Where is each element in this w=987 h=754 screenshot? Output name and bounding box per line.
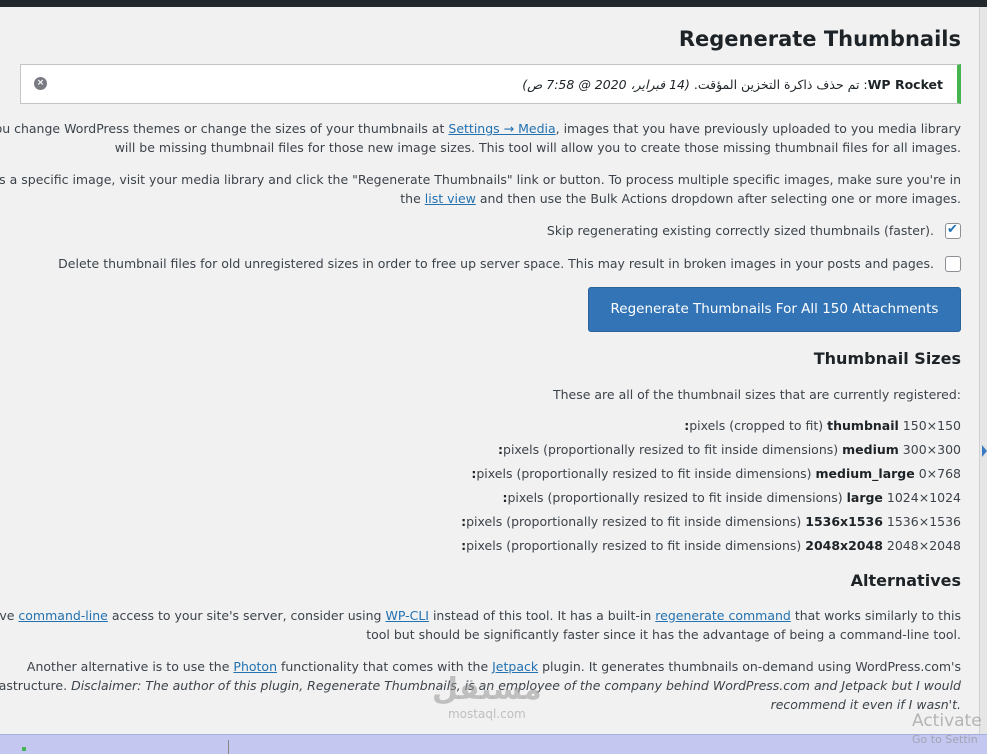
size-item-medium-large: 768×0 pixels (proportionally resized to … [471,465,961,483]
size-item-1536: 1536×1536 pixels (proportionally resized… [461,513,961,531]
page-title: Regenerate Thumbnails [678,27,961,51]
alternatives-paragraph-1-line-1: If you have command-line access to your … [0,606,961,625]
alt-text: access to your site's server, consider u… [107,608,386,623]
size-desc: 150×150 pixels (cropped to fit) [689,418,961,433]
notice-source: WP Rocket [867,77,943,92]
intro-text: , images that you have previously upload… [555,121,961,136]
list-view-link[interactable]: list view [425,191,476,206]
expand-arrow-icon[interactable] [982,445,987,457]
skip-existing-checkbox[interactable]: ✔ [945,222,961,239]
notice-message: : تم حذف ذاكرة التخزين المؤقت. [693,77,868,92]
delete-old-label[interactable]: .Delete thumbnail files for old unregist… [58,255,934,273]
intro-paragraph-1-line-1: When you change WordPress themes or chan… [0,119,961,138]
scrollbar-track[interactable] [979,7,987,734]
intro-paragraph-1-line-2: .will be missing thumbnail files for tho… [114,140,961,155]
disclaimer-text: .recommend it even if I wasn't [770,697,961,712]
size-item-2048: 2048×2048 pixels (proportionally resized… [461,537,961,555]
intro-text: and then use the Bulk Actions dropdown a… [475,191,958,206]
notice-date: (14 فبراير، 2020 @ 7:58 ص) [522,77,690,92]
size-item-thumbnail: 150×150 pixels (cropped to fit) thumbnai… [684,417,961,435]
settings-media-link[interactable]: Settings → Media [448,121,555,136]
thumbnail-sizes-heading: Thumbnail Sizes [813,349,961,368]
alt-text: infrastructure. [0,678,68,693]
size-desc: 1536×1536 pixels (proportionally resized… [466,514,961,529]
alternatives-heading: Alternatives [850,571,961,590]
checkmark-icon: ✔ [947,222,958,237]
intro-paragraph-2-line-2: .the list view and then use the Bulk Act… [400,189,961,208]
alt-text: Another alternative is to use the [26,659,234,674]
taskbar-icon[interactable] [22,747,26,751]
activate-windows-title: Activate [912,711,982,731]
taskbar [0,734,987,754]
alternatives-paragraph-1-line-2: .tool but should be significantly faster… [366,627,961,642]
photon-link[interactable]: Photon [233,659,277,674]
alt-text: If you have [0,608,15,623]
regenerate-all-button[interactable]: Regenerate Thumbnails For All 150 Attach… [588,287,961,332]
command-line-link[interactable]: command-line [18,608,107,623]
size-desc: 1024×1024 pixels (proportionally resized… [507,490,961,505]
delete-old-checkbox[interactable] [945,256,961,272]
alt-text: instead of this tool. It has a built-in [428,608,656,623]
alt-text: plugin. It generates thumbnails on-deman… [538,659,961,674]
notice-text: WP Rocket: تم حذف ذاكرة التخزين المؤقت. … [522,77,943,92]
intro-paragraph-2-line-1: To process a specific image, visit your … [0,172,961,187]
watermark-arabic: مستقل [432,672,542,707]
main-content: Regenerate Thumbnails WP Rocket: تم حذف … [0,7,980,734]
admin-top-bar [0,0,987,7]
size-item-medium: 300×300 pixels (proportionally resized t… [498,441,961,459]
intro-text: When you change WordPress themes or chan… [0,121,445,136]
size-item-large: 1024×1024 pixels (proportionally resized… [502,489,961,507]
size-desc: 2048×2048 pixels (proportionally resized… [466,538,961,553]
wp-rocket-notice: WP Rocket: تم حذف ذاكرة التخزين المؤقت. … [20,64,961,104]
regenerate-command-link[interactable]: regenerate command [655,608,791,623]
alt-text: that works similarly to this [790,608,961,623]
thumbnail-sizes-intro: :These are all of the thumbnail sizes th… [552,387,961,402]
wp-cli-link[interactable]: WP-CLI [385,608,429,623]
mostaql-watermark: مستقل mostaql.com [432,672,542,722]
dismiss-icon[interactable]: × [34,77,47,90]
skip-existing-label[interactable]: .Skip regenerating existing correctly si… [547,222,934,240]
activate-windows-subtitle: Go to Settin [912,733,978,746]
watermark-latin: mostaql.com [447,707,526,721]
taskbar-divider [228,740,229,754]
